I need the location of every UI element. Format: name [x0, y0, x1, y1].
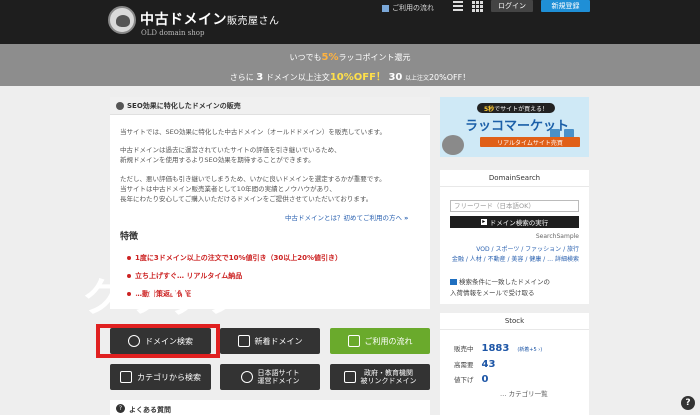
free-word-search-input[interactable]: フリーワード（日本語OK） [450, 200, 579, 212]
menu-icon[interactable] [453, 1, 463, 11]
usage-flow-button[interactable]: ご利用の流れ [330, 328, 430, 354]
search-sample-links[interactable]: VOD / スポーツ / ファッション / 旅行 [450, 244, 579, 253]
intro-paragraph: 中古ドメインは過去に運営されていたサイトの評価を引き継いでいるため、 [120, 146, 341, 154]
globe-icon [240, 371, 253, 383]
category-list-link[interactable]: … カテゴリ一覧 [500, 388, 548, 398]
site-header: 中古ドメイン販売屋さん OLD domain shop ご利用の流れ ログイン … [0, 0, 700, 44]
click-annotation: クリック [82, 275, 246, 321]
intro-paragraph: 当サイトでは、SEO効果に特化した中古ドメイン（オールドドメイン）を販売していま… [120, 128, 387, 136]
folder-search-icon [120, 371, 132, 383]
mail-icon [450, 279, 457, 285]
stock-alert-link[interactable]: 検索条件に一致したドメインの 入荷情報をメールで受け取る [450, 277, 579, 299]
stock-heading: Stock [440, 313, 589, 330]
header-usage-flow-link[interactable]: ご利用の流れ [382, 2, 434, 14]
search-sample-links[interactable]: 金融 / 人材 / 不動産 / 美容 / 健康 / … 詳細検索 [450, 254, 579, 263]
intro-card-title: SEO効果に特化したドメインの販売 [127, 102, 241, 110]
government-backlink-domain-button[interactable]: 政府・教育機関 被リンクドメイン [330, 364, 430, 390]
bookmark-icon [347, 335, 360, 347]
new-domain-button[interactable]: 新着ドメイン [220, 328, 320, 354]
stock-row[interactable]: 販売中 1883 (新着+5 ›) [454, 343, 542, 354]
otter-mascot-icon [442, 135, 464, 155]
info-icon [116, 102, 124, 110]
help-button[interactable]: ? [681, 396, 695, 410]
stock-card: Stock 販売中 1883 (新着+5 ›) 高需要 43 値下げ 0 … カ… [440, 313, 589, 415]
campaign-banner: いつでも5%ラッコポイント還元 さらに 3 ドメイン以上注文10%OFF！ 30… [0, 44, 700, 86]
play-icon: ▸ [480, 218, 487, 225]
banner-tagline: 5秒 でサイトが買える！ [477, 103, 555, 113]
intro-paragraph: 長年にわたり安心してご購入いただけるドメインをご提供させていただいております。 [120, 195, 373, 203]
new-badge-icon [237, 335, 250, 347]
login-button[interactable]: ログイン [491, 0, 533, 12]
campaign-line-2: さらに 3 ドメイン以上注文10%OFF！ 30 以上注文20%OFF！ [229, 72, 471, 83]
stock-row[interactable]: 高需要 43 [454, 359, 495, 370]
domain-search-card: DomainSearch フリーワード（日本語OK） ▸ ドメイン検索の実行 S… [440, 170, 589, 304]
faq-card: ? よくある質問 [110, 400, 430, 415]
rakko-market-banner[interactable]: 5秒 でサイトが買える！ ラッコマーケット リアルタイムサイト売買 [440, 97, 589, 157]
question-icon: ? [116, 404, 125, 413]
intro-paragraph: 新規ドメインを使用するよりSEO効果を期待することができます。 [120, 156, 315, 164]
japanese-site-domain-button[interactable]: 日本語サイト 運営ドメイン [220, 364, 320, 390]
register-button[interactable]: 新規登録 [541, 0, 590, 12]
features-heading: 特徴 [120, 232, 139, 242]
domain-search-heading: DomainSearch [440, 170, 589, 187]
search-sample-label: SearchSample [535, 233, 579, 240]
logo-mascot-icon[interactable] [108, 6, 136, 34]
building-icon [343, 371, 356, 383]
document-icon [382, 4, 389, 12]
intro-card-header: SEO効果に特化したドメインの販売 [110, 97, 430, 115]
intro-paragraph: ただし、悪い評価も引き継いでしまうため、いかに良いドメインを選定するかが重要です… [120, 175, 386, 183]
click-highlight-box [96, 324, 220, 358]
grid-icon[interactable] [472, 1, 483, 12]
site-logo-title[interactable]: 中古ドメイン販売屋さん [140, 9, 280, 29]
category-search-button[interactable]: カテゴリから検索 [110, 364, 211, 390]
faq-title: よくある質問 [129, 406, 171, 414]
feature-item: 1度に3ドメイン以上の注文で10%値引き（30以上20%値引き） [127, 253, 342, 263]
campaign-line-1: いつでも5%ラッコポイント還元 [289, 52, 411, 63]
banner-subtitle: リアルタイムサイト売買 [480, 137, 580, 147]
stock-row[interactable]: 値下げ 0 [454, 374, 488, 385]
beginner-guide-link[interactable]: 中古ドメインとは？初めてご利用の方へ » [285, 212, 408, 222]
domain-search-submit-button[interactable]: ▸ ドメイン検索の実行 [450, 216, 579, 228]
intro-paragraph: 当サイトは中古ドメイン販売業者として10年間の実績とノウハウがあり、 [120, 185, 336, 193]
site-logo-subtitle: OLD domain shop [141, 29, 205, 37]
